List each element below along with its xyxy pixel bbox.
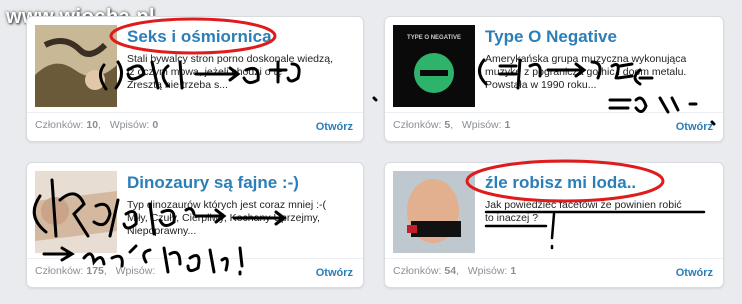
card-divider [27, 112, 363, 113]
group-thumbnail[interactable]: TYPE O NEGATIVE [393, 25, 475, 107]
group-card-type-o-negative: TYPE O NEGATIVE Type O Negative Amerykań… [384, 16, 724, 142]
open-group-link[interactable]: Otwórz [316, 121, 353, 133]
open-group-link[interactable]: Otwórz [316, 267, 353, 279]
group-stats: Członków: 54, Wpisów: 1 Otwórz [393, 265, 713, 279]
group-stats: Członków: 10, Wpisów: 0 Otwórz [35, 119, 353, 133]
card-divider [27, 258, 363, 259]
open-group-link[interactable]: Otwórz [676, 121, 713, 133]
card-divider [385, 258, 723, 259]
group-stats: Członków: 5, Wpisów: 1 Otwórz [393, 119, 713, 133]
card-divider [385, 112, 723, 113]
group-card-seks: Seks i ośmiornica Stali bywalcy stron po… [26, 16, 364, 142]
group-stats: Członków: 175, Wpisów: Otwórz [35, 265, 353, 279]
group-description: Jak powiedzieć facetowi że powinien robi… [485, 199, 682, 224]
group-title[interactable]: Dinozaury są fajne :-) [127, 173, 299, 193]
group-description: Typ dinozaurów których jest coraz mniej … [127, 199, 326, 237]
band-logo-text: TYPE O NEGATIVE [407, 35, 461, 41]
open-group-link[interactable]: Otwórz [676, 267, 713, 279]
group-description: Amerykańska grupa muzyczna wykonująca mu… [485, 53, 687, 91]
group-title[interactable]: źle robisz mi loda.. [485, 173, 636, 193]
group-card-dinozaury: Dinozaury są fajne :-) Typ dinozaurów kt… [26, 162, 364, 288]
group-card-zle-robisz: źle robisz mi loda.. Jak powiedzieć face… [384, 162, 724, 288]
group-title[interactable]: Seks i ośmiornica [127, 27, 272, 47]
group-thumbnail[interactable] [393, 171, 475, 253]
group-description: Stali bywalcy stron porno doskonale wied… [127, 53, 334, 91]
group-thumbnail[interactable] [35, 25, 117, 107]
group-thumbnail[interactable] [35, 171, 117, 253]
group-title[interactable]: Type O Negative [485, 27, 617, 47]
